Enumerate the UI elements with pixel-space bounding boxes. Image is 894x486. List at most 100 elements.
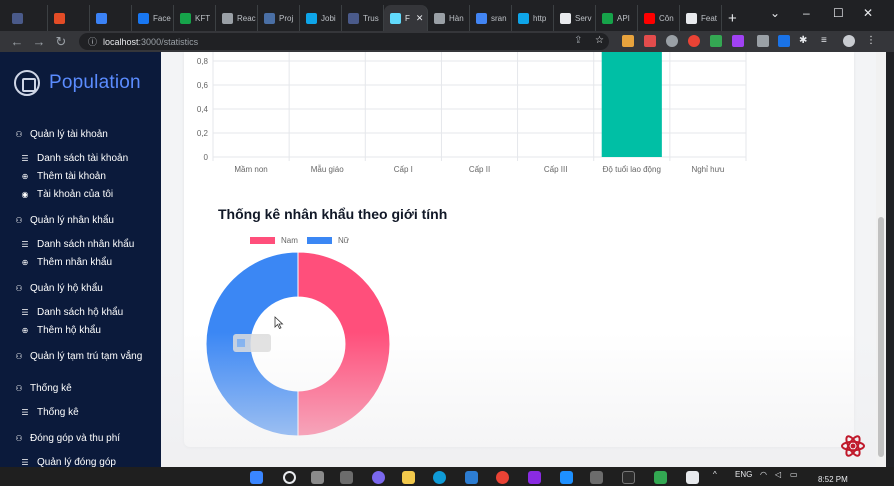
brand[interactable]: Population (14, 70, 141, 96)
browser-tab[interactable] (90, 5, 132, 31)
site-info-icon[interactable]: ⓘ (88, 35, 97, 48)
reload-icon[interactable]: ↻ (50, 34, 72, 50)
vscode-icon[interactable] (560, 471, 573, 484)
back-icon[interactable]: ← (6, 34, 28, 49)
user-circle-icon: ◉ (21, 190, 29, 199)
extension-icon[interactable] (644, 35, 656, 47)
wifi-icon[interactable]: ◠ (760, 470, 767, 479)
file-explorer-icon[interactable] (402, 471, 415, 484)
profile-avatar[interactable] (843, 35, 855, 47)
browser-tab[interactable]: API (596, 5, 638, 31)
browser-tab[interactable]: Côn (638, 5, 680, 31)
tab-favicon-icon (54, 12, 65, 24)
sidebar-group-label: Quản lý tài khoản (30, 129, 108, 140)
sidebar-item[interactable]: ☰ Danh sách tài khoản (21, 153, 128, 164)
sidebar-item-label: Danh sách hộ khẩu (37, 307, 124, 318)
sidebar-item[interactable]: ☰ Danh sách nhân khẩu (21, 239, 134, 250)
forward-icon[interactable]: → (28, 34, 50, 49)
bookmark-star-icon[interactable]: ☆ (595, 35, 607, 47)
new-tab-icon[interactable]: + (722, 10, 743, 31)
home-icon: ⚇ (15, 284, 23, 293)
tab-favicon-icon (390, 12, 401, 24)
task-view-icon[interactable] (311, 471, 324, 484)
edge-icon[interactable] (433, 471, 446, 484)
sidebar-item[interactable]: ⊕ Thêm nhân khẩu (21, 257, 112, 268)
sidebar-group-label: Quản lý nhân khẩu (30, 215, 114, 226)
language-indicator[interactable]: ENG (735, 470, 752, 479)
search-icon[interactable] (283, 471, 296, 484)
browser-tab[interactable]: Feat (680, 5, 722, 31)
sidebar-group-label: Quản lý hộ khẩu (30, 283, 103, 294)
sidebar-item[interactable]: ☰ Quản lý đóng góp (21, 457, 116, 467)
close-window-icon[interactable]: ✕ (863, 6, 873, 20)
browser-tab[interactable]: KFT (174, 5, 216, 31)
browser-tab[interactable]: Hàn (428, 5, 470, 31)
donut-slice (297, 251, 391, 437)
battery-icon[interactable]: ▭ (790, 470, 798, 479)
browser-tab[interactable]: Jobi (300, 5, 342, 31)
legend-swatch (250, 237, 275, 244)
page-scrollbar[interactable] (876, 52, 886, 467)
browser-tab[interactable]: Trus (342, 5, 384, 31)
address-bar[interactable]: ⓘ localhost:3000/statistics (79, 33, 609, 50)
sidebar-item[interactable]: ⊕ Thêm tài khoản (21, 171, 106, 182)
browser-tab[interactable]: sran (470, 5, 512, 31)
browser-tab[interactable]: Serv (554, 5, 596, 31)
sidebar-group[interactable]: ⚇ Quản lý tạm trú tạm vắng (15, 351, 142, 362)
share-icon[interactable]: ⇪ (574, 35, 586, 47)
tab-favicon-icon (138, 12, 149, 24)
browser-tab[interactable]: Reac (216, 5, 258, 31)
menu-kebab-icon[interactable]: ⋮ (866, 35, 878, 47)
minimize-icon[interactable]: – (803, 6, 810, 20)
tab-label: API (617, 13, 630, 23)
extension-icon[interactable] (666, 35, 678, 47)
sidebar-group[interactable]: ⚇ Thống kê (15, 383, 71, 394)
widgets-icon[interactable] (340, 471, 353, 484)
discord-icon[interactable] (528, 471, 541, 484)
sidebar-group[interactable]: ⚇ Quản lý nhân khẩu (15, 215, 114, 226)
users-icon: ⚇ (15, 216, 23, 225)
url-path: :3000/statistics (138, 36, 199, 47)
browser-tab[interactable]: F ✕ (384, 5, 428, 31)
tab-search-icon[interactable]: ⌄ (770, 6, 780, 20)
sidebar-group-label: Quản lý tạm trú tạm vắng (30, 351, 143, 362)
sidebar-item[interactable]: ◉ Tài khoản của tôi (21, 189, 114, 200)
browser-tab[interactable] (6, 5, 48, 31)
sidebar-group[interactable]: ⚇ Đóng góp và thu phí (15, 433, 120, 444)
sidebar-group[interactable]: ⚇ Quản lý hộ khẩu (15, 283, 103, 294)
extensions-puzzle-icon[interactable]: ✱ (799, 35, 811, 47)
sidebar-item[interactable]: ⊕ Thêm hộ khẩu (21, 325, 101, 336)
tab-favicon-icon (306, 12, 317, 24)
scrollbar-thumb[interactable] (878, 217, 884, 457)
app-icon[interactable] (654, 471, 667, 484)
start-icon[interactable] (250, 471, 263, 484)
x-tick-label: Mầm non (234, 165, 267, 174)
tray-overflow-icon[interactable]: ^ (713, 470, 717, 479)
extension-icon[interactable] (732, 35, 744, 47)
extension-icon[interactable] (622, 35, 634, 47)
volume-icon[interactable]: ◁ (775, 470, 781, 479)
terminal-icon[interactable] (622, 471, 635, 484)
extension-icon[interactable] (688, 35, 700, 47)
browser-tab[interactable]: Proj (258, 5, 300, 31)
maximize-icon[interactable]: ☐ (833, 6, 844, 20)
clock[interactable]: 8:52 PM (818, 475, 848, 484)
browser-tab[interactable] (48, 5, 90, 31)
store-icon[interactable] (465, 471, 478, 484)
extension-icon[interactable] (757, 35, 769, 47)
reading-list-icon[interactable]: ≡ (821, 35, 833, 47)
extension-icon[interactable] (710, 35, 722, 47)
sidebar-item[interactable]: ☰ Danh sách hộ khẩu (21, 307, 123, 318)
browser-tab[interactable]: Face (132, 5, 174, 31)
legend-label: Nam (281, 236, 298, 245)
sidebar-group[interactable]: ⚇ Quản lý tài khoản (15, 129, 108, 140)
app-icon[interactable] (590, 471, 603, 484)
sidebar-item[interactable]: ☰ Thống kê (21, 407, 78, 418)
browser-tab[interactable]: http (512, 5, 554, 31)
react-devtools-icon[interactable] (839, 432, 867, 460)
chrome-icon[interactable] (496, 471, 509, 484)
app-icon[interactable] (686, 471, 699, 484)
close-tab-icon[interactable]: ✕ (416, 13, 424, 24)
extension-icon[interactable] (778, 35, 790, 47)
chat-icon[interactable] (372, 471, 385, 484)
